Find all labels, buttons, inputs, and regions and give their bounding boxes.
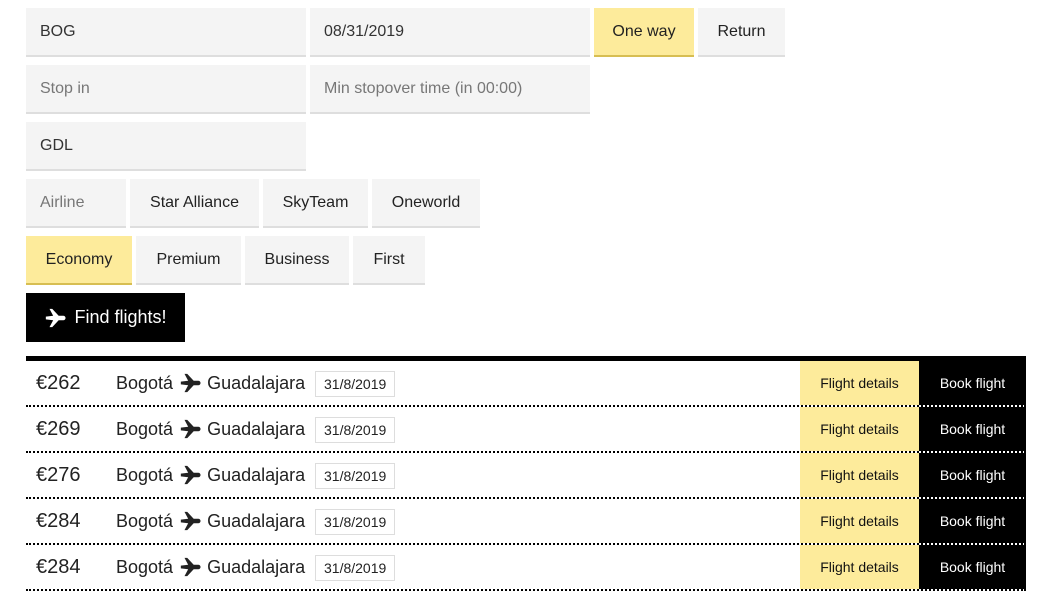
result-destination: Guadalajara — [207, 372, 306, 393]
result-origin: Bogotá — [116, 556, 174, 577]
book-flight-button[interactable]: Book flight — [919, 407, 1026, 451]
result-row: €284 Bogotá Guadalajara 31/8/2019 Flight… — [26, 499, 1026, 545]
find-flights-label: Find flights! — [74, 307, 167, 327]
flight-details-button[interactable]: Flight details — [800, 361, 919, 405]
origin-input[interactable]: BOG — [26, 8, 306, 57]
result-route: Bogotá Guadalajara — [116, 453, 305, 497]
result-price: €262 — [36, 371, 81, 394]
find-flights-button[interactable]: Find flights! — [26, 293, 185, 342]
oneworld-button[interactable]: Oneworld — [372, 179, 480, 228]
result-destination: Guadalajara — [207, 418, 306, 439]
result-destination: Guadalajara — [207, 464, 306, 485]
date-input[interactable]: 08/31/2019 — [310, 8, 590, 57]
book-flight-button[interactable]: Book flight — [919, 453, 1026, 497]
result-date: 31/8/2019 — [315, 463, 396, 489]
result-route: Bogotá Guadalajara — [116, 545, 305, 589]
destination-input[interactable]: GDL — [26, 122, 306, 171]
flight-details-button[interactable]: Flight details — [800, 407, 919, 451]
result-date: 31/8/2019 — [315, 417, 396, 443]
flight-details-button[interactable]: Flight details — [800, 499, 919, 543]
result-row: €284 Bogotá Guadalajara 31/8/2019 Flight… — [26, 545, 1026, 591]
book-flight-button[interactable]: Book flight — [919, 499, 1026, 543]
flight-details-button[interactable]: Flight details — [800, 453, 919, 497]
economy-button[interactable]: Economy — [26, 236, 132, 285]
result-origin: Bogotá — [116, 418, 174, 439]
plane-icon — [180, 511, 201, 531]
result-destination: Guadalajara — [207, 556, 306, 577]
result-date: 31/8/2019 — [315, 371, 396, 397]
plane-icon — [180, 465, 201, 485]
premium-button[interactable]: Premium — [136, 236, 241, 285]
book-flight-button[interactable]: Book flight — [919, 545, 1026, 589]
plane-icon — [180, 373, 201, 393]
business-button[interactable]: Business — [245, 236, 349, 285]
result-price: €284 — [36, 555, 81, 578]
results-list: €262 Bogotá Guadalajara 31/8/2019 Flight… — [26, 356, 1026, 591]
result-origin: Bogotá — [116, 510, 174, 531]
result-price: €269 — [36, 417, 81, 440]
result-date: 31/8/2019 — [315, 555, 396, 581]
result-date: 31/8/2019 — [315, 509, 396, 535]
star-alliance-button[interactable]: Star Alliance — [130, 179, 259, 228]
book-flight-button[interactable]: Book flight — [919, 361, 1026, 405]
plane-icon — [180, 557, 201, 577]
return-button[interactable]: Return — [698, 8, 785, 57]
result-origin: Bogotá — [116, 372, 174, 393]
result-origin: Bogotá — [116, 464, 174, 485]
one-way-button[interactable]: One way — [594, 8, 694, 57]
airline-input[interactable]: Airline — [26, 179, 126, 228]
skyteam-button[interactable]: SkyTeam — [263, 179, 368, 228]
result-route: Bogotá Guadalajara — [116, 407, 305, 451]
result-route: Bogotá Guadalajara — [116, 499, 305, 543]
min-stopover-input[interactable]: Min stopover time (in 00:00) — [310, 65, 590, 114]
flight-details-button[interactable]: Flight details — [800, 545, 919, 589]
result-row: €269 Bogotá Guadalajara 31/8/2019 Flight… — [26, 407, 1026, 453]
result-row: €262 Bogotá Guadalajara 31/8/2019 Flight… — [26, 361, 1026, 407]
stop-in-input[interactable]: Stop in — [26, 65, 306, 114]
plane-icon — [180, 419, 201, 439]
result-route: Bogotá Guadalajara — [116, 361, 305, 405]
result-price: €284 — [36, 509, 81, 532]
first-button[interactable]: First — [353, 236, 425, 285]
result-destination: Guadalajara — [207, 510, 306, 531]
result-price: €276 — [36, 463, 81, 486]
plane-icon — [46, 308, 67, 327]
result-row: €276 Bogotá Guadalajara 31/8/2019 Flight… — [26, 453, 1026, 499]
